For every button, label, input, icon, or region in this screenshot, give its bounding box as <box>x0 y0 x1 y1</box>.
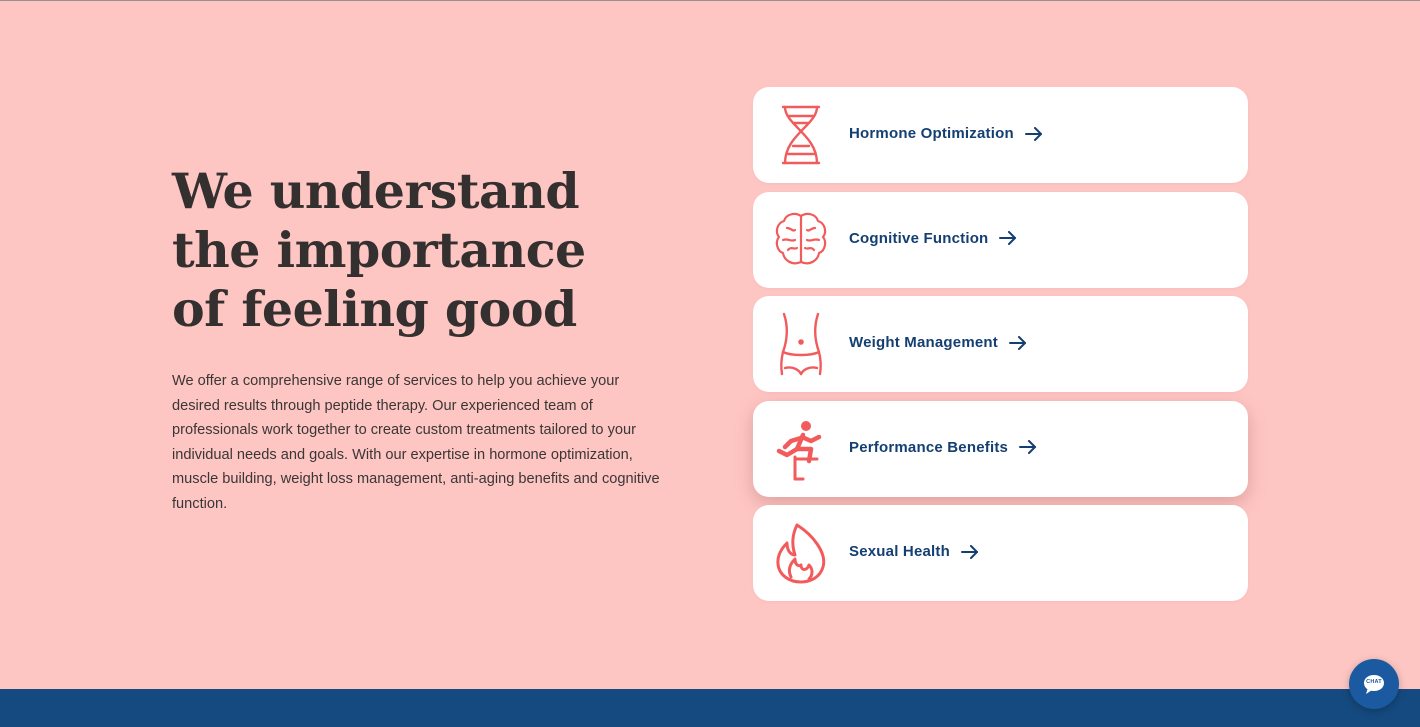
service-label-text: Hormone Optimization <box>849 125 1014 142</box>
dna-icon <box>773 103 829 167</box>
arrow-right-icon <box>1008 335 1027 350</box>
service-card-performance-benefits[interactable]: Performance Benefits <box>753 400 1248 497</box>
headline-line-1: We understand <box>172 162 580 220</box>
service-card-weight-management[interactable]: Weight Management <box>753 296 1248 392</box>
headline-line-3: of feeling good <box>172 280 577 338</box>
service-card-hormone-optimization[interactable]: Hormone Optimization <box>753 87 1248 183</box>
chat-bubble-icon: CHAT <box>1362 673 1386 695</box>
service-label-text: Weight Management <box>849 334 998 351</box>
flame-icon <box>773 521 829 585</box>
intro-paragraph: We offer a comprehensive range of servic… <box>172 373 660 512</box>
chat-button[interactable]: CHAT <box>1349 659 1399 709</box>
arrow-right-icon <box>1024 126 1043 141</box>
waist-icon <box>773 312 829 376</box>
service-label: Weight Management <box>849 334 1027 351</box>
top-divider <box>0 0 1420 1</box>
service-label: Performance Benefits <box>849 439 1037 456</box>
footer-band <box>0 689 1420 727</box>
service-label-text: Performance Benefits <box>849 438 1009 456</box>
arrow-right-icon <box>999 231 1017 245</box>
arrow-right-icon <box>960 544 979 559</box>
service-label-text: Sexual Health <box>849 543 950 560</box>
page-headline: We understand the importance of feeling … <box>172 162 592 339</box>
service-label: Cognitive Function <box>849 230 1017 247</box>
brain-icon <box>773 208 829 272</box>
service-card-cognitive-function[interactable]: Cognitive Function <box>753 191 1248 288</box>
headline-line-2: the importance <box>172 221 586 279</box>
chat-label: CHAT <box>1366 679 1382 685</box>
service-label: Sexual Health <box>849 543 979 560</box>
service-label-text: Cognitive Function <box>849 229 989 247</box>
arrow-right-icon <box>1019 440 1037 454</box>
service-label: Hormone Optimization <box>849 125 1043 142</box>
service-card-sexual-health[interactable]: Sexual Health <box>753 505 1248 601</box>
hurdle-runner-icon <box>773 417 829 481</box>
services-list: Hormone Optimization Cognitive Function <box>753 87 1248 610</box>
